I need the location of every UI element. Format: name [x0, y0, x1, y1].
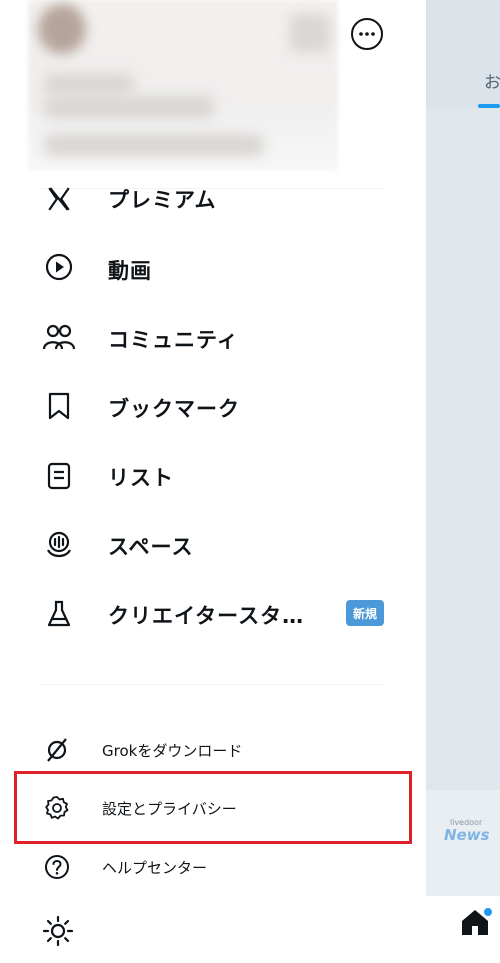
banner-title: News [444, 826, 490, 844]
side-drawer: プレミアム 動画 コミュニティ ブックマーク リスト スペース クリエイタースタ… [0, 0, 426, 963]
menu-item-label: リスト [108, 466, 174, 490]
timeline-background: お livedoor News [426, 0, 500, 963]
blurred-element [44, 96, 214, 118]
communities-icon [40, 318, 78, 356]
menu-item-help-center[interactable]: ヘルプセンター [0, 842, 426, 892]
menu-item-grok-download[interactable]: Grokをダウンロード [0, 725, 426, 775]
notification-dot [484, 908, 492, 916]
highlight-box [14, 771, 412, 844]
list-icon [40, 457, 78, 495]
menu-item-label: コミュニティ [108, 328, 239, 352]
timeline-tab[interactable]: お [484, 68, 500, 93]
menu-item-label: Grokをダウンロード [102, 742, 243, 760]
divider [42, 684, 384, 685]
blurred-element [44, 134, 264, 156]
help-icon [42, 852, 72, 882]
menu-item-label: ブックマーク [108, 397, 240, 421]
menu-item-bookmarks[interactable]: ブックマーク [0, 377, 426, 435]
x-logo-icon [40, 180, 78, 218]
menu-item-lists[interactable]: リスト [0, 447, 426, 505]
play-circle-icon [40, 248, 78, 286]
avatar[interactable] [38, 4, 86, 54]
flask-icon [40, 595, 78, 633]
menu-item-label: プレミアム [108, 188, 217, 212]
bottom-nav [426, 896, 500, 963]
ellipsis-icon [359, 32, 375, 36]
tab-indicator [478, 104, 500, 108]
menu-item-communities[interactable]: コミュニティ [0, 308, 426, 366]
menu-item-spaces[interactable]: スペース [0, 516, 426, 574]
sun-icon [42, 915, 74, 947]
grok-icon [42, 735, 72, 765]
display-mode-button[interactable] [42, 915, 74, 951]
new-badge: 新規 [346, 600, 384, 626]
menu-item-premium[interactable]: プレミアム [0, 170, 426, 228]
blurred-element [290, 14, 330, 52]
menu-item-label: クリエイタースタ… [108, 604, 305, 628]
spaces-mic-icon [40, 526, 78, 564]
menu-item-label: 動画 [108, 259, 152, 283]
bookmark-icon [40, 387, 78, 425]
more-options-button[interactable] [351, 18, 383, 50]
menu-item-label: ヘルプセンター [102, 859, 208, 877]
menu-item-label: スペース [108, 535, 194, 559]
blurred-element [44, 74, 134, 94]
menu-item-video[interactable]: 動画 [0, 238, 426, 296]
